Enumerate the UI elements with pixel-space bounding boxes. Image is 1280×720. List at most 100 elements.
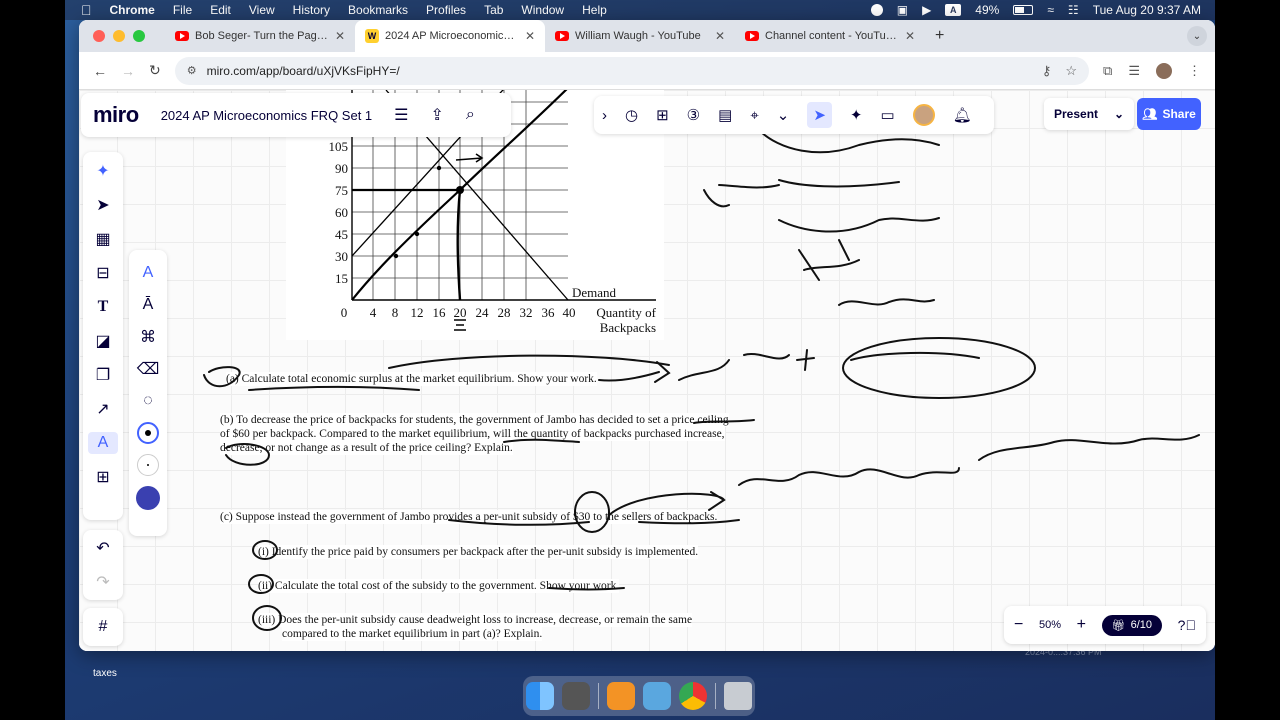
share-button[interactable]: 👥︎ Share: [1137, 98, 1201, 130]
question-c-iii-line2[interactable]: compared to the market equilibrium in pa…: [282, 627, 543, 641]
smart-draw-icon[interactable]: ⌘: [140, 326, 156, 348]
chevron-right-icon[interactable]: ›: [602, 107, 607, 124]
calculator-app-icon[interactable]: [562, 682, 590, 710]
menu-bookmarks[interactable]: Bookmarks: [348, 3, 408, 17]
shapes-icon[interactable]: ❐: [96, 364, 110, 386]
input-source-icon[interactable]: A: [945, 4, 962, 16]
menu-view[interactable]: View: [249, 3, 275, 17]
text-tool-icon[interactable]: T: [98, 296, 109, 318]
tab-miro-board[interactable]: W 2024 AP Microeconomics FR ✕: [355, 20, 545, 52]
menu-profiles[interactable]: Profiles: [426, 3, 466, 17]
site-info-icon[interactable]: ⚙: [187, 64, 197, 77]
reactions-icon[interactable]: ✦: [850, 106, 863, 124]
books-app-icon[interactable]: [607, 682, 635, 710]
pen-color-swatch[interactable]: [136, 486, 160, 510]
close-tab-icon[interactable]: ✕: [525, 29, 535, 43]
help-icon[interactable]: ?⃝: [1178, 617, 1196, 633]
select-cursor-icon[interactable]: ➤: [96, 194, 109, 216]
frame-pager[interactable]: 🎁︎ 6/10: [1101, 614, 1163, 636]
menu-tab[interactable]: Tab: [484, 3, 503, 17]
templates-grid-icon[interactable]: ▦: [95, 228, 110, 250]
redo-icon[interactable]: ↷: [96, 572, 109, 592]
bell-icon[interactable]: 🔔︎: [953, 106, 972, 124]
sticky-note-icon[interactable]: ◪: [95, 330, 110, 352]
reading-list-icon[interactable]: ☰: [1128, 63, 1140, 79]
control-center-icon[interactable]: ☷: [1068, 3, 1079, 17]
close-tab-icon[interactable]: ✕: [335, 29, 345, 43]
tab-search-chevron-icon[interactable]: ⌄: [1187, 26, 1207, 46]
highlighter-icon[interactable]: Ᾱ: [143, 294, 154, 316]
pen-icon[interactable]: A: [143, 262, 154, 284]
clock[interactable]: Tue Aug 20 9:37 AM: [1093, 3, 1201, 17]
menu-help[interactable]: Help: [582, 3, 607, 17]
extensions-icon[interactable]: ⧉: [1103, 63, 1112, 79]
finder-app-icon[interactable]: [526, 682, 554, 710]
menu-app-name[interactable]: Chrome: [110, 3, 155, 17]
question-b-line3[interactable]: decrease, or not change as a result of t…: [220, 441, 513, 455]
tab-channel-content[interactable]: Channel content - YouTube S ✕: [735, 20, 925, 52]
line-arrow-icon[interactable]: ↗: [96, 398, 109, 420]
zoom-in-icon[interactable]: +: [1077, 616, 1086, 634]
close-tab-icon[interactable]: ✕: [905, 29, 915, 43]
reload-icon[interactable]: ↻: [149, 62, 161, 79]
apple-icon[interactable]: : [81, 2, 92, 18]
comment-icon[interactable]: ▭: [881, 106, 895, 124]
record-icon[interactable]: [870, 4, 883, 16]
chrome-menu-icon[interactable]: ⋮: [1188, 63, 1201, 79]
trash-icon[interactable]: [724, 682, 752, 710]
lasso-icon[interactable]: ◌: [143, 390, 153, 412]
add-more-icon[interactable]: ⊞: [96, 466, 109, 488]
menu-history[interactable]: History: [293, 3, 330, 17]
stroke-size-small[interactable]: [137, 454, 159, 476]
board-title[interactable]: 2024 AP Microeconomics FRQ Set 1: [161, 108, 372, 123]
question-c-ii[interactable]: (ii) Calculate the total cost of the sub…: [258, 579, 620, 593]
question-c-iii-line1[interactable]: (iii) Does the per-unit subsidy cause de…: [258, 613, 693, 627]
user-avatar[interactable]: [912, 104, 935, 126]
frames-panel-button[interactable]: #: [83, 608, 123, 646]
screen-mirror-icon[interactable]: ▣: [897, 3, 908, 17]
wifi-icon[interactable]: ≈: [1047, 3, 1054, 17]
export-upload-icon[interactable]: ⇪: [431, 105, 444, 125]
zoom-out-icon[interactable]: −: [1014, 616, 1023, 634]
pen-tool-icon[interactable]: A: [88, 432, 118, 454]
fullscreen-window-button[interactable]: [133, 30, 145, 42]
bookmark-star-icon[interactable]: ☆: [1065, 63, 1077, 79]
chevron-down-icon[interactable]: ⌄: [777, 106, 790, 124]
search-icon[interactable]: ⌕: [466, 106, 475, 124]
notes-icon[interactable]: ▤: [718, 106, 732, 124]
eraser-icon[interactable]: ⌫: [137, 358, 160, 380]
cursor-share-icon[interactable]: ➤: [807, 102, 832, 128]
question-c-i[interactable]: (i) Identify the price paid by consumers…: [258, 545, 699, 559]
minimize-window-button[interactable]: [113, 30, 125, 42]
question-c[interactable]: (c) Suppose instead the government of Ja…: [220, 510, 718, 524]
desktop-folder-taxes[interactable]: taxes: [93, 668, 117, 679]
close-window-button[interactable]: [93, 30, 105, 42]
desktop-file-label[interactable]: 2024-0....37.36 PM: [1025, 647, 1102, 657]
wireshark-app-icon[interactable]: [643, 682, 671, 710]
add-frame-icon[interactable]: ⊞: [656, 106, 669, 124]
focus-icon[interactable]: ⌖: [750, 107, 758, 124]
miro-logo[interactable]: miro: [93, 102, 139, 128]
layout-table-icon[interactable]: ⊟: [96, 262, 109, 284]
miro-board-canvas[interactable]: 105 90 75 60 45 30 15 0 4 8 12 16 20 24 …: [79, 90, 1215, 651]
question-a[interactable]: (a) Calculate total economic surplus at …: [226, 372, 597, 386]
ai-sparkle-icon[interactable]: ✦: [96, 160, 109, 182]
menu-file[interactable]: File: [173, 3, 192, 17]
undo-icon[interactable]: ↶: [96, 538, 109, 558]
present-button[interactable]: Present ⌄: [1044, 98, 1134, 130]
question-b-line2[interactable]: of $60 per backpack. Compared to the mar…: [220, 427, 725, 441]
chrome-app-icon[interactable]: [679, 682, 707, 710]
url-text[interactable]: miro.com/app/board/uXjVKsFipHY=/: [207, 64, 400, 78]
timer-icon[interactable]: ◷: [625, 106, 638, 124]
close-tab-icon[interactable]: ✕: [715, 29, 725, 43]
hamburger-menu-icon[interactable]: ☰: [394, 105, 408, 125]
stroke-size-medium[interactable]: [137, 422, 159, 444]
battery-icon[interactable]: [1013, 5, 1034, 15]
menu-window[interactable]: Window: [521, 3, 564, 17]
profile-avatar[interactable]: [1156, 62, 1172, 79]
zoom-level[interactable]: 50%: [1039, 619, 1061, 631]
menu-edit[interactable]: Edit: [210, 3, 231, 17]
voting-icon[interactable]: ③: [687, 106, 700, 124]
play-icon[interactable]: ▶: [922, 3, 931, 17]
password-key-icon[interactable]: ⚷: [1042, 63, 1052, 79]
